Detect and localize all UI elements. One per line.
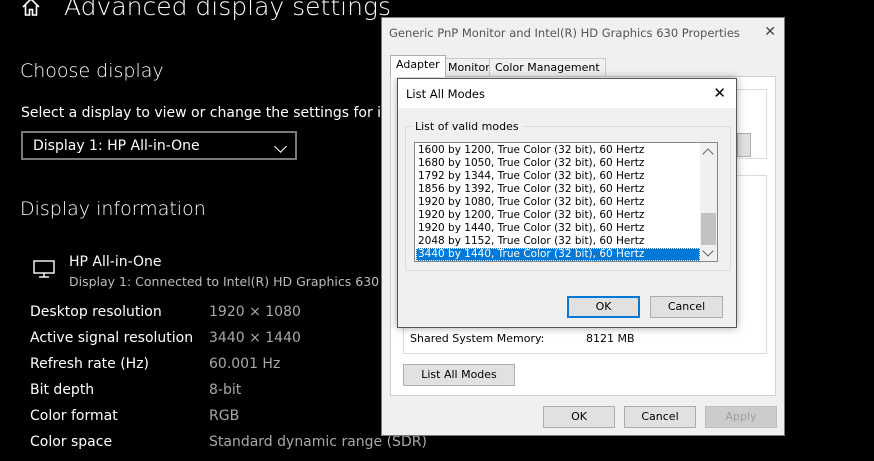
modes-ok-button[interactable]: OK xyxy=(567,296,640,318)
close-icon[interactable]: ✕ xyxy=(764,24,776,40)
home-icon[interactable] xyxy=(20,0,42,18)
list-item[interactable]: 1920 by 1200, True Color (32 bit), 60 He… xyxy=(416,209,700,222)
list-item-selected[interactable]: 3440 by 1440, True Color (32 bit), 60 He… xyxy=(416,248,700,261)
display-select[interactable]: Display 1: HP All-in-One xyxy=(21,131,297,160)
scroll-up-icon[interactable] xyxy=(702,148,714,160)
info-value: RGB xyxy=(209,408,240,424)
info-value: 1920 × 1080 xyxy=(209,304,301,320)
list-item[interactable]: 1680 by 1050, True Color (32 bit), 60 He… xyxy=(416,157,700,170)
scroll-down-icon[interactable] xyxy=(702,245,714,257)
list-item[interactable]: 2048 by 1152, True Color (32 bit), 60 He… xyxy=(416,235,700,248)
info-value: 3440 × 1440 xyxy=(209,330,301,346)
info-value: 8-bit xyxy=(209,382,242,398)
choose-display-description: Select a display to view or change the s… xyxy=(21,105,392,121)
properties-dialog-title: Generic PnP Monitor and Intel(R) HD Grap… xyxy=(389,26,740,40)
info-value: 60.001 Hz xyxy=(209,356,281,372)
modes-cancel-button[interactable]: Cancel xyxy=(650,296,723,318)
modes-title-bar: List All Modes ✕ xyxy=(398,79,736,108)
display-select-value: Display 1: HP All-in-One xyxy=(33,137,200,154)
display-information-heading: Display information xyxy=(20,198,206,220)
list-item[interactable]: 1920 by 1440, True Color (32 bit), 60 He… xyxy=(416,222,700,235)
list-item[interactable]: 1792 by 1344, True Color (32 bit), 60 He… xyxy=(416,170,700,183)
list-all-modes-dialog: List All Modes ✕ List of valid modes 160… xyxy=(397,78,737,328)
modes-dialog-title: List All Modes xyxy=(406,87,485,101)
monitor-icon xyxy=(33,260,55,278)
list-item[interactable]: 1600 by 1200, True Color (32 bit), 60 He… xyxy=(416,144,700,157)
info-label: Refresh rate (Hz) xyxy=(30,356,150,372)
shared-memory-value: 8121 MB xyxy=(586,332,635,345)
cancel-button[interactable]: Cancel xyxy=(624,406,696,428)
list-item[interactable]: 1856 by 1392, True Color (32 bit), 60 He… xyxy=(416,183,700,196)
valid-modes-label: List of valid modes xyxy=(412,120,522,133)
tab-monitor[interactable]: Monitor xyxy=(442,58,496,76)
chevron-down-icon xyxy=(274,140,287,153)
scrollbar-thumb[interactable] xyxy=(701,213,716,245)
info-label: Color space xyxy=(30,434,113,450)
close-icon[interactable]: ✕ xyxy=(713,84,726,102)
info-label: Color format xyxy=(30,408,118,424)
ok-button[interactable]: OK xyxy=(543,406,615,428)
monitor-name: HP All-in-One xyxy=(69,254,162,270)
info-value: Standard dynamic range (SDR) xyxy=(209,434,427,450)
info-row-color-space: Color space Standard dynamic range (SDR) xyxy=(30,434,870,454)
page-title: Advanced display settings xyxy=(64,0,391,21)
list-all-modes-button[interactable]: List All Modes xyxy=(403,364,515,386)
tab-adapter[interactable]: Adapter xyxy=(390,55,446,77)
monitor-connection: Display 1: Connected to Intel(R) HD Grap… xyxy=(69,274,380,289)
apply-button[interactable]: Apply xyxy=(705,406,777,428)
info-label: Active signal resolution xyxy=(30,330,194,346)
info-label: Desktop resolution xyxy=(30,304,162,320)
info-label: Bit depth xyxy=(30,382,95,398)
list-item[interactable]: 1920 by 1080, True Color (32 bit), 60 He… xyxy=(416,196,700,209)
tab-color-management[interactable]: Color Management xyxy=(489,58,606,76)
modes-listbox[interactable]: 1600 by 1200, True Color (32 bit), 60 He… xyxy=(414,142,718,262)
shared-memory-label: Shared System Memory: xyxy=(410,332,545,345)
adapter-properties-button[interactable] xyxy=(737,133,751,157)
modes-scrollbar[interactable] xyxy=(700,143,717,261)
choose-display-heading: Choose display xyxy=(20,60,164,82)
